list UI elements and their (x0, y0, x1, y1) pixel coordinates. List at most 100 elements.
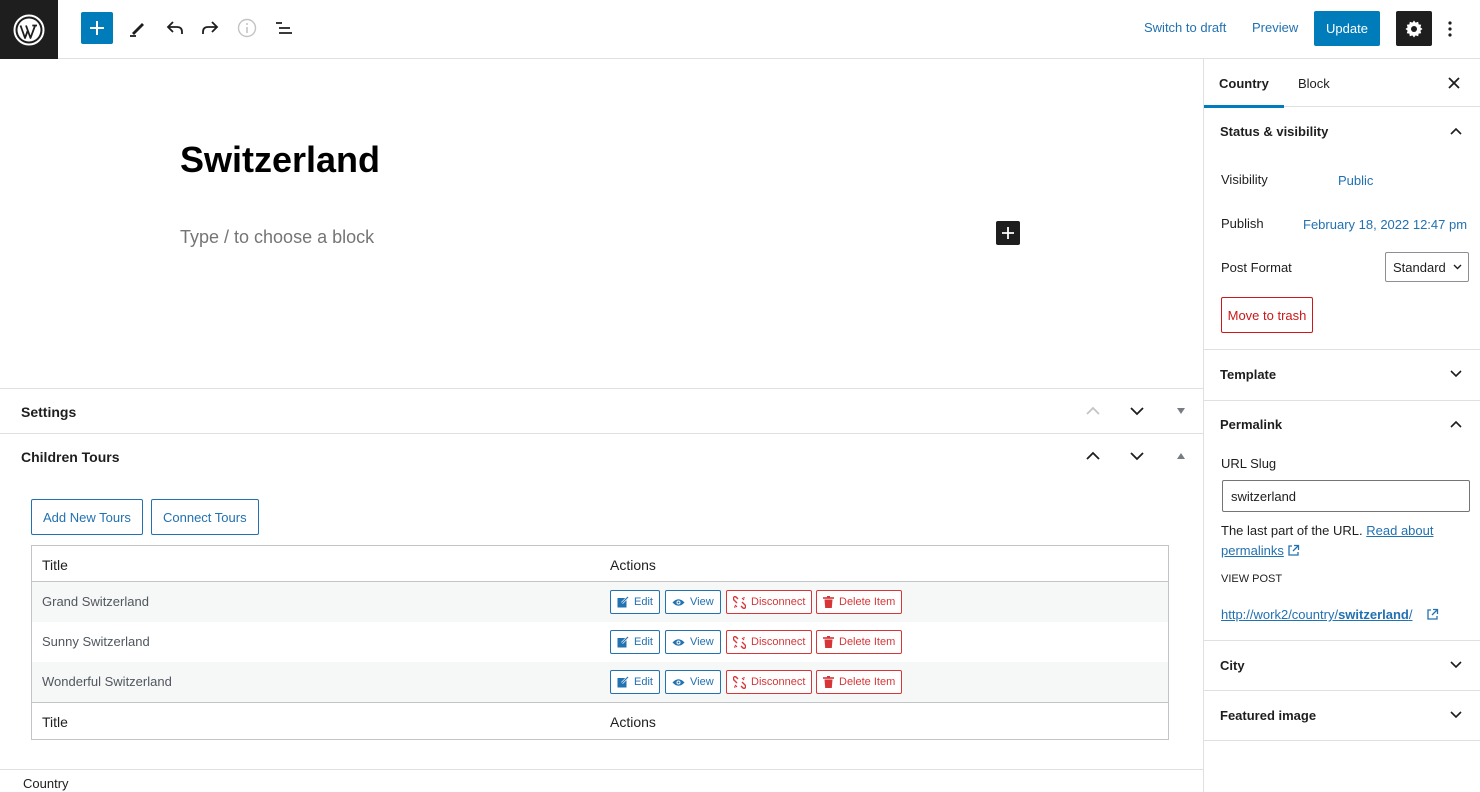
divider (1204, 740, 1480, 741)
chevron-down-icon (1130, 407, 1144, 416)
breadcrumb[interactable]: Country (23, 776, 69, 791)
edit-button[interactable]: Edit (610, 590, 660, 614)
view-button[interactable]: View (665, 670, 721, 694)
move-to-trash-button[interactable]: Move to trash (1221, 297, 1313, 333)
edit-icon (617, 636, 629, 648)
disconnect-button[interactable]: Disconnect (726, 670, 813, 694)
list-view-icon (276, 22, 292, 34)
settings-sidebar: Country Block Status & visibility Visibi… (1203, 59, 1480, 792)
chevron-down-icon (1446, 364, 1466, 384)
view-label: View (690, 676, 714, 688)
post-url-suffix: / (1408, 607, 1413, 622)
url-slug-input[interactable] (1222, 480, 1470, 512)
update-button[interactable]: Update (1314, 11, 1380, 46)
edit-button[interactable]: Edit (610, 630, 660, 654)
tab-block[interactable]: Block (1283, 59, 1345, 107)
unlink-icon (733, 635, 746, 649)
list-view-button[interactable] (268, 12, 300, 44)
disconnect-label: Disconnect (751, 676, 806, 688)
row-title: Sunny Switzerland (42, 634, 150, 649)
tab-country[interactable]: Country (1204, 59, 1284, 108)
permalink-help-sentence: The last part of the URL. (1221, 523, 1363, 538)
connect-tours-button[interactable]: Connect Tours (151, 499, 259, 535)
visibility-toggle[interactable]: Public (1338, 173, 1373, 188)
edit-button[interactable]: Edit (610, 670, 660, 694)
undo-button[interactable] (159, 12, 191, 44)
move-up-button[interactable] (1079, 442, 1107, 470)
edit-icon (617, 596, 629, 608)
view-button[interactable]: View (665, 590, 721, 614)
post-title[interactable]: Switzerland (180, 139, 380, 181)
panel-featured-image-title: Featured image (1220, 708, 1317, 723)
url-slug-label: URL Slug (1221, 456, 1277, 471)
move-down-button[interactable] (1123, 442, 1151, 470)
delete-item-button[interactable]: Delete Item (816, 670, 903, 694)
wordpress-logo-icon[interactable] (0, 0, 58, 59)
redo-icon (202, 21, 219, 34)
chevron-up-icon (1086, 451, 1100, 460)
post-url-prefix: http://work2/country/ (1221, 607, 1339, 622)
sidebar-tabs: Country Block (1204, 59, 1480, 108)
move-up-button[interactable] (1079, 397, 1107, 425)
post-permalink-link[interactable]: http://work2/country/switzerland/ (1221, 607, 1412, 622)
view-button[interactable]: View (665, 630, 721, 654)
panel-featured-image-header[interactable]: Featured image (1204, 691, 1480, 741)
options-menu-button[interactable] (1440, 14, 1460, 44)
panel-template-header[interactable]: Template (1204, 350, 1480, 400)
preview-link[interactable]: Preview (1252, 20, 1298, 35)
toggle-panel-button[interactable] (1167, 397, 1195, 425)
view-label: View (690, 636, 714, 648)
publish-date-toggle[interactable]: February 18, 2022 12:47 pm (1303, 217, 1467, 232)
info-icon (237, 18, 257, 38)
metabox-children-tours-header[interactable]: Children Tours (0, 433, 1203, 478)
metabox-children-tours-title: Children Tours (21, 449, 120, 465)
toggle-panel-button[interactable] (1167, 442, 1195, 470)
disconnect-button[interactable]: Disconnect (726, 630, 813, 654)
tools-button[interactable] (122, 12, 154, 44)
post-format-label: Post Format (1221, 260, 1292, 275)
panel-permalink-header[interactable]: Permalink (1204, 400, 1480, 450)
redo-button[interactable] (194, 12, 226, 44)
disconnect-button[interactable]: Disconnect (726, 590, 813, 614)
edit-icon (617, 676, 629, 688)
details-button[interactable] (231, 12, 263, 44)
post-format-select[interactable]: Standard (1385, 252, 1469, 282)
metabox-settings-header[interactable]: Settings (0, 388, 1203, 433)
eye-icon (672, 598, 685, 606)
add-new-tours-button[interactable]: Add New Tours (31, 499, 143, 535)
permalink-help-text: The last part of the URL. Read about per… (1221, 521, 1461, 561)
editor-header: Switch to draft Preview Update (0, 0, 1480, 59)
block-appender-placeholder[interactable]: Type / to choose a block (180, 227, 374, 248)
panel-permalink-title: Permalink (1220, 417, 1283, 432)
column-header-actions: Actions (610, 557, 656, 573)
block-breadcrumb-bar: Country (0, 769, 1203, 792)
editor-canvas: Switzerland Type / to choose a block (0, 59, 1203, 388)
edit-label: Edit (634, 676, 653, 688)
row-title: Grand Switzerland (42, 594, 149, 609)
eye-icon (672, 638, 685, 646)
plus-icon (90, 21, 104, 35)
delete-item-button[interactable]: Delete Item (816, 590, 903, 614)
delete-item-button[interactable]: Delete Item (816, 630, 903, 654)
chevron-down-icon (1130, 452, 1144, 461)
chevron-up-icon (1446, 414, 1466, 434)
table-header: Title Actions (32, 546, 1168, 582)
close-sidebar-button[interactable] (1442, 71, 1466, 95)
chevron-up-icon (1086, 406, 1100, 415)
panel-city-header[interactable]: City (1204, 641, 1480, 691)
chevron-down-icon (1446, 655, 1466, 675)
close-icon (1448, 77, 1460, 89)
move-down-button[interactable] (1123, 397, 1151, 425)
switch-to-draft-link[interactable]: Switch to draft (1144, 20, 1226, 35)
settings-button[interactable] (1396, 11, 1432, 46)
inline-add-block-button[interactable] (996, 221, 1020, 245)
table-footer: Title Actions (32, 702, 1168, 739)
chevron-down-icon (1453, 264, 1462, 270)
panel-status-visibility-header[interactable]: Status & visibility (1204, 107, 1480, 157)
edit-label: Edit (634, 636, 653, 648)
table-row: Wonderful Switzerland Edit View Disconne… (32, 662, 1168, 702)
delete-item-label: Delete Item (839, 636, 896, 648)
add-block-button[interactable] (81, 12, 113, 44)
chevron-up-icon (1446, 121, 1466, 141)
chevron-down-icon (1446, 705, 1466, 725)
